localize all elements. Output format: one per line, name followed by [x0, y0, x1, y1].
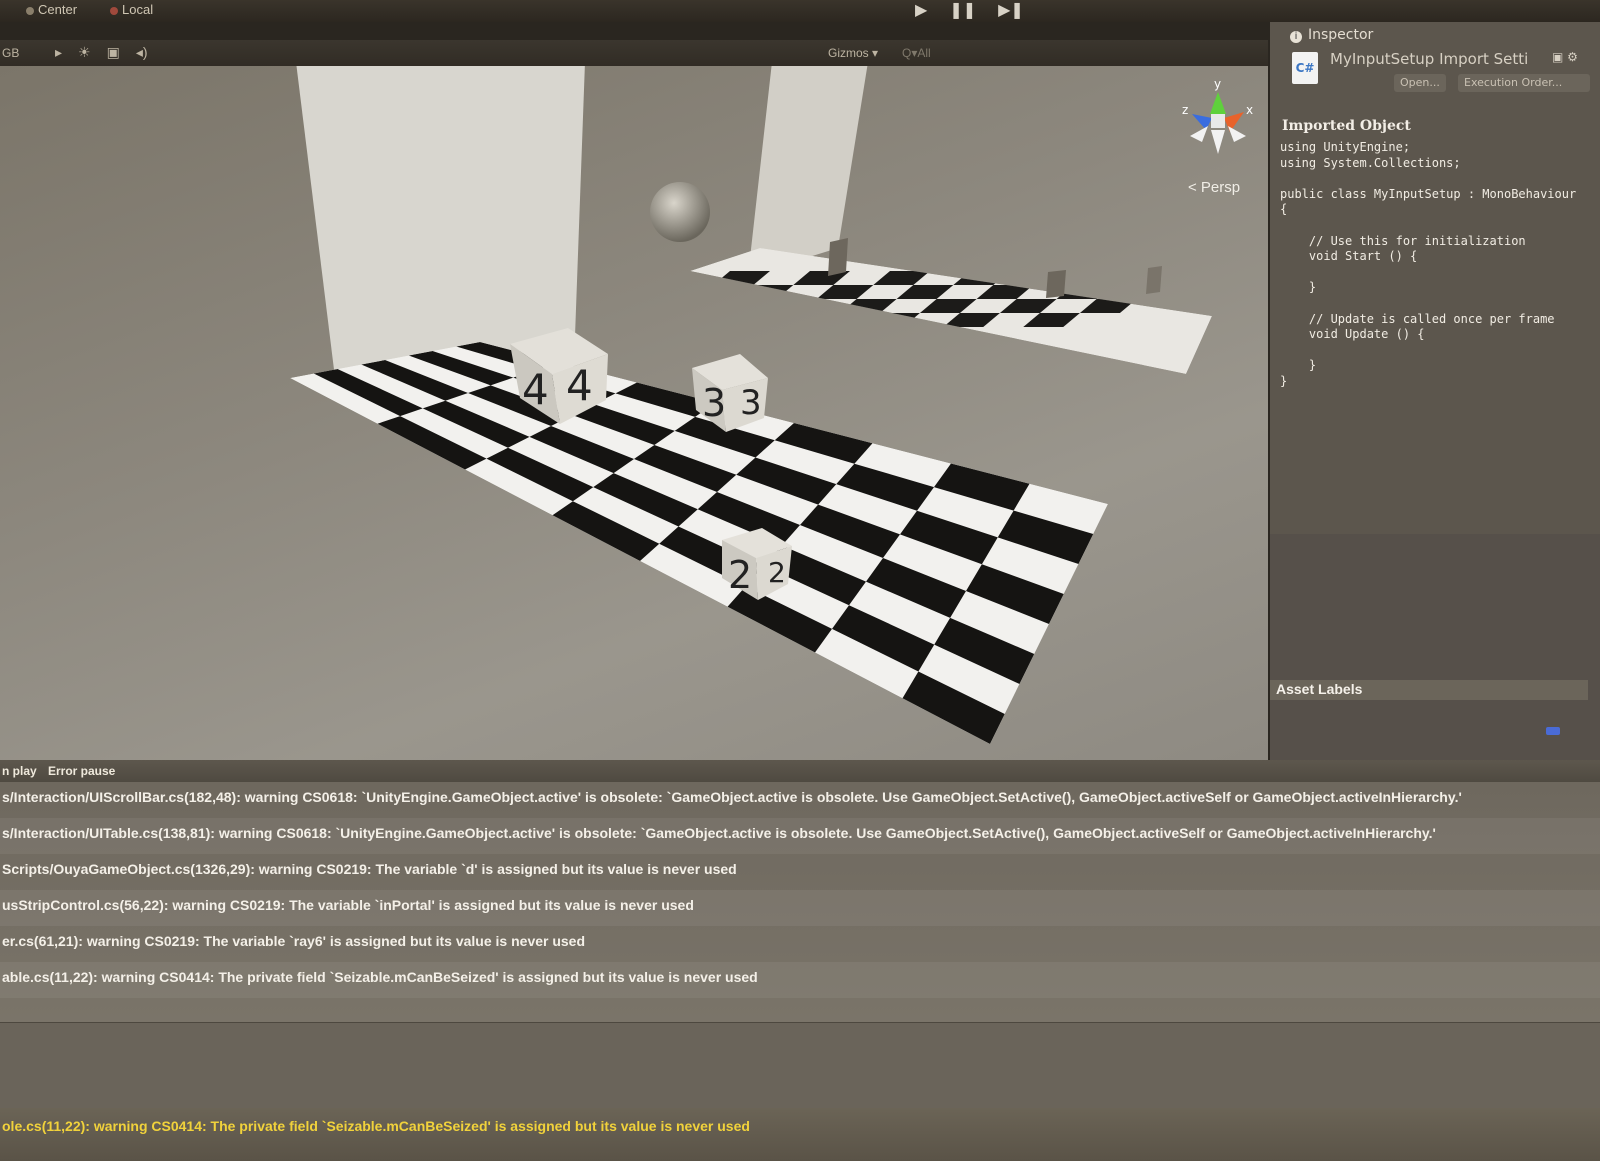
- dropdown-arrow-icon[interactable]: ▸: [55, 44, 62, 61]
- far-checkerboard: [690, 248, 1212, 374]
- orientation-gizmo[interactable]: y x z: [1182, 77, 1253, 154]
- script-preview: using UnityEngine; using System.Collecti…: [1280, 140, 1577, 388]
- asset-title: MyInputSetup Import Setti: [1330, 50, 1529, 68]
- csharp-script-icon: C#: [1292, 52, 1318, 84]
- log-entry[interactable]: s/Interaction/UIScrollBar.cs(182,48): wa…: [0, 782, 1600, 818]
- console-log-list: s/Interaction/UIScrollBar.cs(182,48): wa…: [0, 782, 1600, 1022]
- status-bar-message[interactable]: ole.cs(11,22): warning CS0414: The priva…: [0, 1108, 1600, 1161]
- log-entry[interactable]: usStripControl.cs(56,22): warning CS0219…: [0, 890, 1600, 926]
- gizmo-x-label: x: [1246, 103, 1253, 117]
- main-toolbar: Center Local ▶ ❚❚ ▶❚: [0, 0, 1600, 22]
- render-mode-dropdown[interactable]: GB: [2, 46, 19, 60]
- tag-icon[interactable]: [1546, 727, 1560, 735]
- cube-2-label: 2: [768, 556, 786, 589]
- image-effects-icon[interactable]: ▣: [107, 44, 120, 61]
- error-pause-toggle[interactable]: Error pause: [48, 764, 115, 778]
- cube-3[interactable]: 3 3: [692, 354, 768, 432]
- help-icon[interactable]: ▣: [1552, 50, 1563, 64]
- log-entry[interactable]: s/Interaction/UITable.cs(138,81): warnin…: [0, 818, 1600, 854]
- scene-view[interactable]: 4 4 3 3 2 2 y x z < Persp: [0, 66, 1268, 760]
- cube-2-label: 2: [728, 553, 752, 597]
- inspector-tab[interactable]: i Inspector: [1290, 27, 1373, 43]
- pivot-local-toggle[interactable]: Local: [110, 2, 153, 17]
- asset-labels-header[interactable]: Asset Labels: [1270, 680, 1588, 700]
- gizmo-z-label: z: [1182, 103, 1188, 117]
- gizmos-dropdown[interactable]: Gizmos ▾: [828, 46, 878, 60]
- globe-icon: [110, 6, 118, 15]
- inspector-header-icons: ▣ ⚙: [1552, 50, 1578, 64]
- far-object: [1046, 270, 1066, 298]
- pivot-center-toggle[interactable]: Center: [26, 2, 77, 17]
- log-entry[interactable]: er.cs(61,21): warning CS0219: The variab…: [0, 926, 1600, 962]
- inspector-tab-label: Inspector: [1308, 27, 1374, 43]
- play-controls: ▶ ❚❚ ▶❚: [915, 0, 1024, 19]
- scene-toolbar: GB ▸ ☀ ▣ ◂) Gizmos ▾ Q▾All: [0, 40, 1268, 66]
- pivot-local-label: Local: [122, 2, 154, 17]
- play-button[interactable]: ▶: [915, 0, 927, 19]
- gizmo-y-cone: [1210, 92, 1226, 114]
- log-entry[interactable]: able.cs(11,22): warning CS0414: The priv…: [0, 962, 1600, 998]
- pause-button[interactable]: ❚❚: [949, 0, 976, 19]
- cube-3-label: 3: [702, 381, 726, 425]
- scene-search-input[interactable]: Q▾All: [902, 46, 931, 60]
- sphere-object: [650, 182, 710, 242]
- console-detail-area: [0, 1022, 1600, 1108]
- clear-on-play-toggle[interactable]: n play: [2, 764, 37, 778]
- inspector-panel: i Inspector C# MyInputSetup Import Setti …: [1270, 22, 1600, 760]
- console-toolbar: n play Error pause: [0, 760, 1600, 782]
- gizmo-y-label: y: [1214, 77, 1221, 91]
- gizmo-z-cone: [1192, 114, 1212, 130]
- wall-panel: [748, 66, 868, 276]
- info-icon: i: [1290, 31, 1302, 43]
- scene-render: 4 4 3 3 2 2 y x z: [290, 66, 1253, 744]
- cube-4-label: 4: [566, 361, 593, 410]
- projection-toggle[interactable]: < Persp: [1188, 179, 1240, 196]
- gizmo-x-cone: [1224, 112, 1244, 132]
- pivot-center-label: Center: [38, 2, 78, 17]
- open-button[interactable]: Open...: [1394, 74, 1446, 92]
- log-entry[interactable]: Scripts/OuyaGameObject.cs(1326,29): warn…: [0, 854, 1600, 890]
- lighting-icon[interactable]: ☀: [78, 44, 91, 61]
- far-object: [828, 238, 848, 276]
- scene-toggle-icons: ▸ ☀ ▣ ◂): [55, 44, 148, 61]
- cube-3-label: 3: [740, 383, 762, 423]
- imported-object-title: Imported Object: [1282, 118, 1411, 134]
- cube-4-label: 4: [522, 365, 549, 414]
- step-button[interactable]: ▶❚: [998, 0, 1024, 19]
- far-object: [1146, 266, 1162, 294]
- execution-order-button[interactable]: Execution Order...: [1458, 74, 1590, 92]
- audio-icon[interactable]: ◂): [136, 44, 148, 61]
- gear-icon[interactable]: ⚙: [1567, 50, 1578, 64]
- pivot-icon: [26, 6, 34, 15]
